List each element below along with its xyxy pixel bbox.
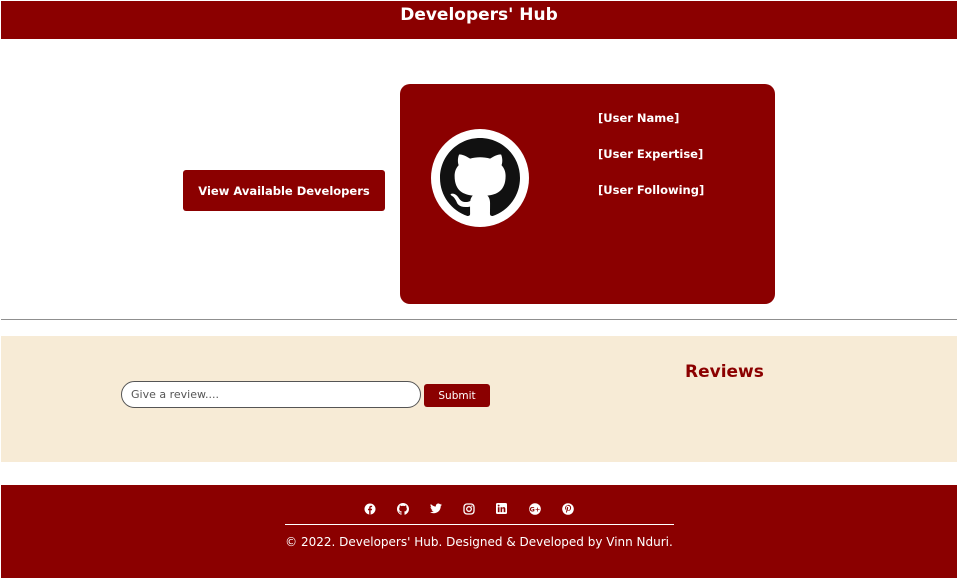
user-expertise: [User Expertise] [598, 147, 704, 161]
reviews-title: Reviews [685, 362, 764, 382]
linkedin-icon[interactable] [494, 501, 509, 516]
reviews-section: Submit Reviews [1, 336, 957, 462]
svg-text:G+: G+ [529, 505, 540, 513]
submit-button[interactable]: Submit [424, 384, 490, 407]
copyright-text: © 2022. Developers' Hub. Designed & Deve… [285, 535, 673, 549]
github-icon[interactable] [395, 501, 410, 516]
site-title: Developers' Hub [400, 5, 558, 25]
site-header: Developers' Hub [1, 1, 957, 39]
google-plus-icon[interactable]: G+ [527, 501, 542, 516]
user-name: [User Name] [598, 111, 680, 125]
user-following: [User Following] [598, 183, 705, 197]
pinterest-icon[interactable] [560, 501, 575, 516]
site-footer: G+ © 2022. Developers' Hub. Designed & D… [1, 485, 957, 578]
instagram-icon[interactable] [461, 501, 476, 516]
footer-divider [285, 524, 674, 525]
section-divider [1, 319, 957, 320]
view-developers-button[interactable]: View Available Developers [183, 170, 385, 211]
facebook-icon[interactable] [362, 501, 377, 516]
twitter-icon[interactable] [428, 501, 443, 516]
github-icon [440, 138, 520, 217]
avatar [431, 129, 529, 227]
user-card: [User Name] [User Expertise] [User Follo… [400, 84, 775, 304]
social-links: G+ [362, 501, 575, 517]
review-input[interactable] [121, 381, 421, 408]
